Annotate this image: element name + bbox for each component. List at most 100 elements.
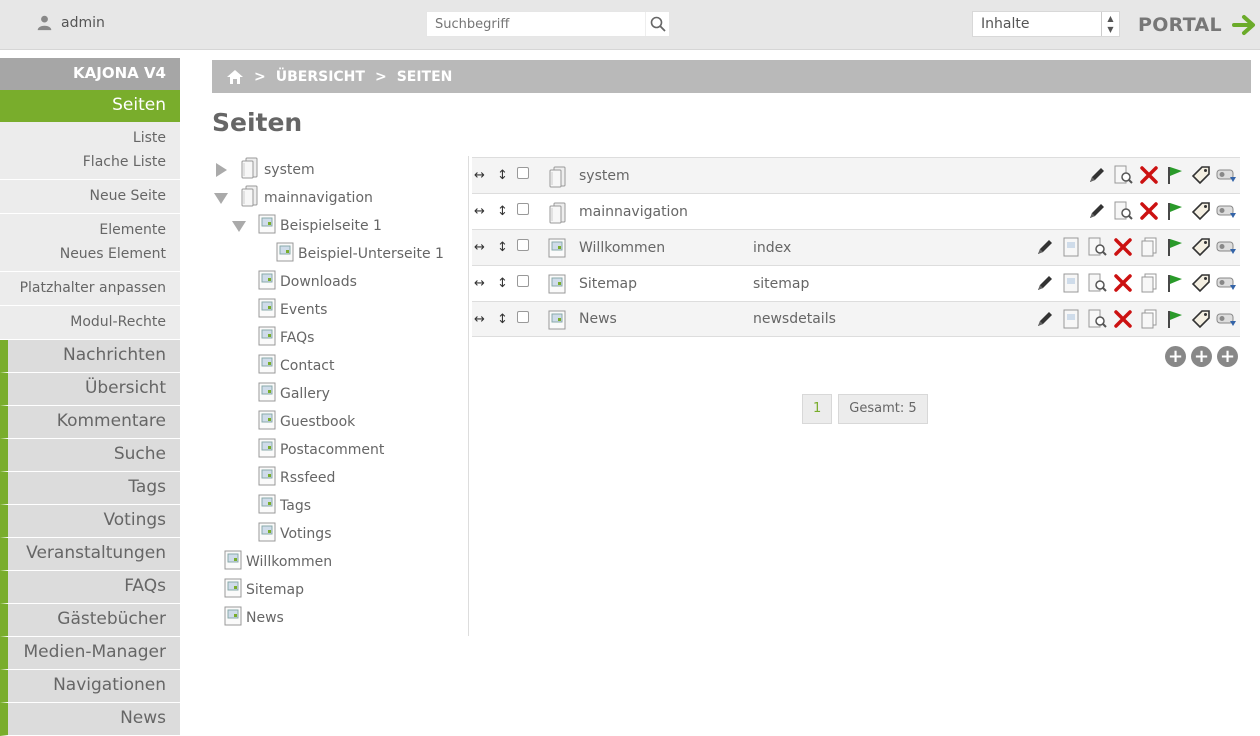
copy-icon[interactable] — [1138, 236, 1160, 258]
add-page-icon[interactable]: + — [1165, 346, 1186, 367]
edit-icon[interactable] — [1086, 164, 1108, 186]
user-menu[interactable]: admin — [36, 14, 105, 31]
tree-node[interactable]: Contact — [230, 354, 334, 378]
sidebar-module-news[interactable]: News — [0, 703, 180, 736]
preview-icon[interactable] — [1112, 164, 1134, 186]
properties-icon[interactable] — [1060, 236, 1082, 258]
search-input[interactable] — [427, 12, 645, 36]
move-horizontal-icon[interactable]: ↔ — [474, 312, 485, 327]
sidebar-item-neue-seite[interactable]: Neue Seite — [0, 184, 166, 208]
tree-node[interactable]: Postacomment — [230, 438, 384, 462]
delete-icon[interactable] — [1138, 200, 1160, 222]
tree-node[interactable]: system — [212, 157, 315, 182]
sidebar-item-liste[interactable]: Liste — [0, 126, 166, 150]
tree-node[interactable]: Events — [230, 298, 327, 322]
move-horizontal-icon[interactable]: ↔ — [474, 240, 485, 255]
edit-icon[interactable] — [1034, 236, 1056, 258]
sidebar-item-elemente[interactable]: Elemente — [0, 218, 166, 242]
sidebar-module-gaestebuecher[interactable]: Gästebücher — [0, 604, 180, 637]
search-button[interactable] — [645, 12, 669, 36]
add-folder-icon[interactable]: + — [1217, 346, 1238, 367]
tag-icon[interactable] — [1190, 200, 1212, 222]
module-select[interactable]: Inhalte ▲ ▼ — [972, 11, 1120, 37]
move-vertical-icon[interactable]: ↕ — [497, 312, 508, 327]
tag-icon[interactable] — [1190, 236, 1212, 258]
preview-icon[interactable] — [1112, 200, 1134, 222]
sidebar-module-kommentare[interactable]: Kommentare — [0, 406, 180, 439]
sidebar-module-navigationen[interactable]: Navigationen — [0, 670, 180, 703]
permissions-icon[interactable] — [1216, 164, 1238, 186]
tree-node[interactable]: FAQs — [230, 326, 314, 350]
row-checkbox[interactable] — [517, 311, 529, 323]
tree-node[interactable]: Willkommen — [212, 550, 332, 574]
preview-icon[interactable] — [1086, 272, 1108, 294]
page-number-current[interactable]: 1 — [802, 394, 833, 424]
sidebar-item-modul-rechte[interactable]: Modul-Rechte — [0, 310, 166, 334]
status-flag-icon[interactable] — [1164, 164, 1186, 186]
delete-icon[interactable] — [1112, 272, 1134, 294]
move-vertical-icon[interactable]: ↕ — [497, 240, 508, 255]
tree-node[interactable]: Beispielseite 1 — [230, 214, 382, 238]
sidebar-module-uebersicht[interactable]: Übersicht — [0, 373, 180, 406]
preview-icon[interactable] — [1086, 236, 1108, 258]
tree-node[interactable]: Gallery — [230, 382, 330, 406]
sidebar-item-platzhalter[interactable]: Platzhalter anpassen — [0, 276, 166, 300]
permissions-icon[interactable] — [1216, 200, 1238, 222]
collapse-icon[interactable] — [212, 189, 230, 207]
collapse-icon[interactable] — [230, 217, 248, 235]
status-flag-icon[interactable] — [1164, 236, 1186, 258]
row-checkbox[interactable] — [517, 167, 529, 179]
delete-icon[interactable] — [1112, 308, 1134, 330]
sidebar-module-nachrichten[interactable]: Nachrichten — [0, 340, 180, 373]
home-icon[interactable] — [226, 69, 244, 85]
move-vertical-icon[interactable]: ↕ — [497, 168, 508, 183]
tree-node[interactable]: mainnavigation — [212, 185, 373, 210]
status-flag-icon[interactable] — [1164, 272, 1186, 294]
add-alias-icon[interactable]: + — [1191, 346, 1212, 367]
edit-icon[interactable] — [1034, 308, 1056, 330]
tree-node[interactable]: Downloads — [230, 270, 357, 294]
sidebar-module-tags[interactable]: Tags — [0, 472, 180, 505]
sidebar-module-faqs[interactable]: FAQs — [0, 571, 180, 604]
properties-icon[interactable] — [1060, 272, 1082, 294]
tree-node[interactable]: News — [212, 606, 284, 630]
row-checkbox[interactable] — [517, 203, 529, 215]
move-vertical-icon[interactable]: ↕ — [497, 204, 508, 219]
delete-icon[interactable] — [1112, 236, 1134, 258]
row-checkbox[interactable] — [517, 239, 529, 251]
breadcrumb-item-uebersicht[interactable]: ÜBERSICHT — [276, 69, 365, 85]
tag-icon[interactable] — [1190, 272, 1212, 294]
tree-node[interactable]: Beispiel-Unterseite 1 — [248, 242, 444, 266]
move-horizontal-icon[interactable]: ↔ — [474, 204, 485, 219]
portal-link[interactable]: PORTAL — [1138, 14, 1258, 36]
sidebar-module-veranstaltungen[interactable]: Veranstaltungen — [0, 538, 180, 571]
tree-node[interactable]: Tags — [230, 494, 311, 518]
status-flag-icon[interactable] — [1164, 308, 1186, 330]
status-flag-icon[interactable] — [1164, 200, 1186, 222]
edit-icon[interactable] — [1034, 272, 1056, 294]
permissions-icon[interactable] — [1216, 236, 1238, 258]
sidebar-module-votings[interactable]: Votings — [0, 505, 180, 538]
tag-icon[interactable] — [1190, 164, 1212, 186]
expand-icon[interactable] — [212, 161, 230, 179]
sidebar-active-module[interactable]: Seiten — [0, 90, 180, 122]
tree-node[interactable]: Votings — [230, 522, 332, 546]
move-horizontal-icon[interactable]: ↔ — [474, 276, 485, 291]
tree-node[interactable]: Guestbook — [230, 410, 355, 434]
sidebar-module-suche[interactable]: Suche — [0, 439, 180, 472]
tree-node[interactable]: Rssfeed — [230, 466, 335, 490]
preview-icon[interactable] — [1086, 308, 1108, 330]
delete-icon[interactable] — [1138, 164, 1160, 186]
sidebar-item-neues-element[interactable]: Neues Element — [0, 242, 166, 266]
breadcrumb-item-seiten[interactable]: SEITEN — [397, 69, 453, 85]
sidebar-module-medien-manager[interactable]: Medien-Manager — [0, 637, 180, 670]
sidebar-item-flache-liste[interactable]: Flache Liste — [0, 150, 166, 174]
copy-icon[interactable] — [1138, 272, 1160, 294]
tag-icon[interactable] — [1190, 308, 1212, 330]
permissions-icon[interactable] — [1216, 272, 1238, 294]
copy-icon[interactable] — [1138, 308, 1160, 330]
properties-icon[interactable] — [1060, 308, 1082, 330]
tree-node[interactable]: Sitemap — [212, 578, 304, 602]
permissions-icon[interactable] — [1216, 308, 1238, 330]
move-horizontal-icon[interactable]: ↔ — [474, 168, 485, 183]
